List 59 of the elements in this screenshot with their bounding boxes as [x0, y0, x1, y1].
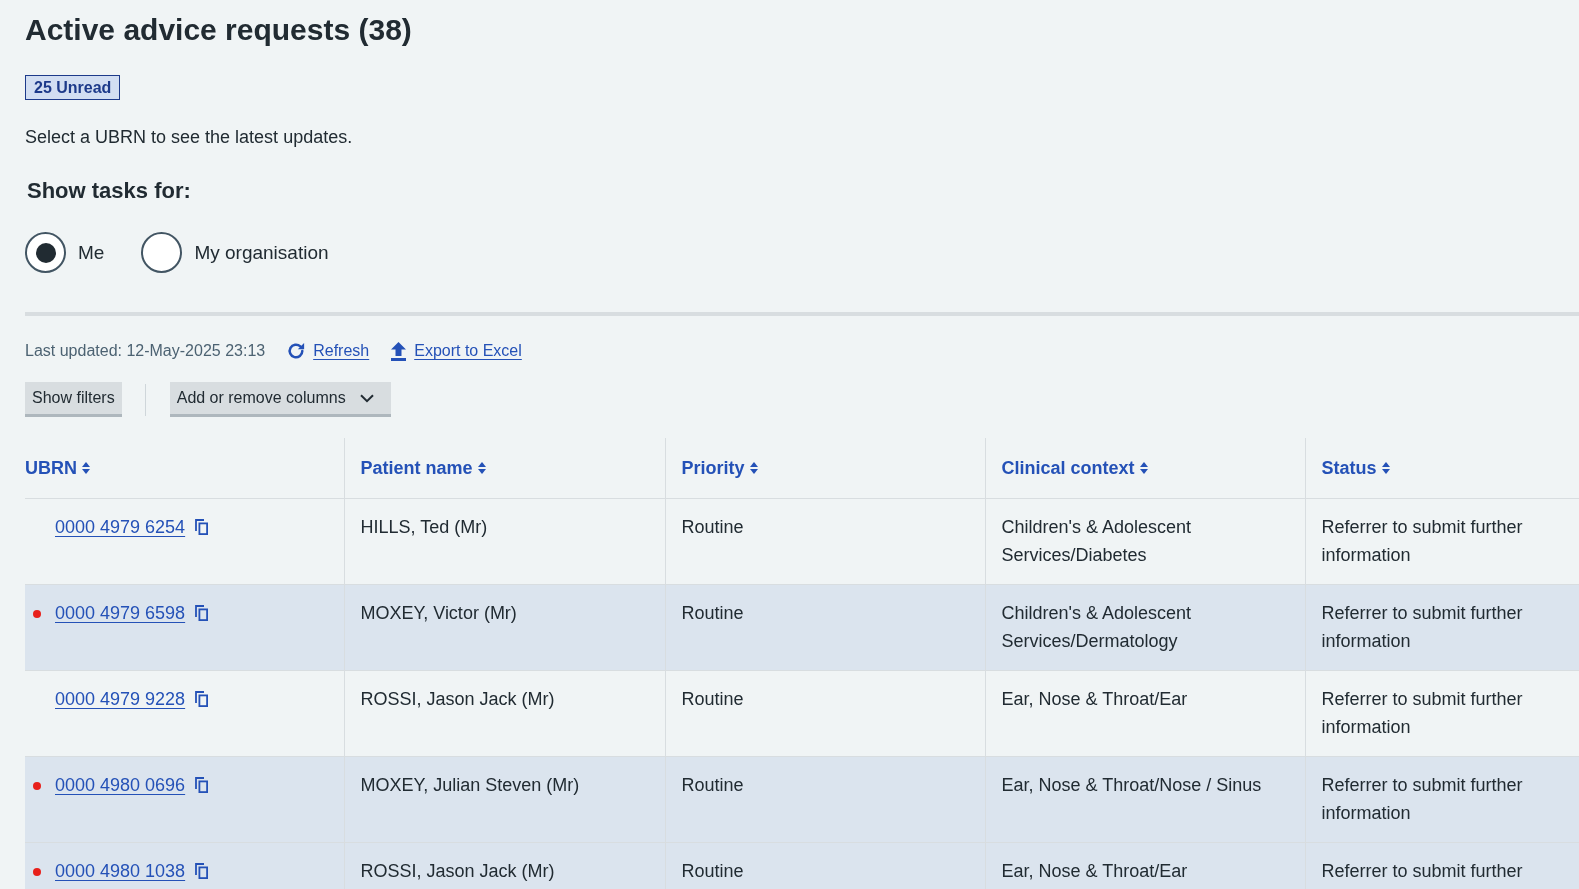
circular-arrow-icon [287, 342, 306, 360]
radio-label[interactable]: My organisation [194, 238, 329, 267]
filter-legend: Show tasks for: [27, 176, 191, 206]
ubrn-link[interactable]: 0000 4980 0696 [55, 775, 186, 795]
ubrn-link[interactable]: 0000 4979 6598 [55, 603, 186, 623]
patient-name-text: MOXEY, Victor (Mr) [360, 603, 517, 623]
sort-arrows-icon [1139, 462, 1148, 474]
column-sort-button[interactable]: Priority [681, 456, 758, 480]
priority-text: Routine [681, 517, 744, 537]
status-dot-icon [33, 782, 41, 791]
clinical-context-text: Ear, Nose & Throat/Ear [1001, 689, 1188, 709]
priority-text: Routine [681, 689, 744, 709]
patient-name-text: HILLS, Ted (Mr) [360, 517, 488, 537]
radio-button[interactable] [141, 232, 183, 273]
export-link[interactable]: Export to Excel [391, 339, 522, 363]
clinical-context-text: Children's & Adolescent Services/Dermatology [1001, 603, 1192, 651]
column-sort-button[interactable]: Status [1321, 456, 1390, 480]
copy-icon[interactable] [195, 519, 209, 535]
patient-name-text: ROSSI, Jason Jack (Mr) [360, 861, 555, 881]
sort-arrows-icon [477, 462, 486, 474]
copy-icon[interactable] [195, 605, 209, 621]
priority-text: Routine [681, 775, 744, 795]
priority-text: Routine [681, 603, 744, 623]
sort-arrows-icon [82, 462, 90, 474]
last-updated-text: Last updated: 12-May-2025 23:13 [25, 341, 266, 361]
status-dot-icon [33, 610, 41, 619]
ubrn-link[interactable]: 0000 4979 6254 [55, 517, 186, 537]
unread-badge: 25 Unread [25, 75, 121, 100]
page-title: Active advice requests (38) [25, 12, 412, 48]
sort-arrows-icon [1381, 462, 1390, 474]
status-text: Referrer to submit further information [1321, 603, 1523, 651]
radio-label[interactable]: Me [78, 238, 105, 267]
status-text: Referrer to submit further information [1321, 775, 1523, 823]
columns-dropdown-button[interactable]: Add or remove columns [169, 382, 391, 417]
column-sort-button[interactable]: Clinical context [1001, 456, 1148, 480]
column-sort-button[interactable]: UBRN [25, 456, 90, 480]
intro-text: Select a UBRN to see the latest updates. [25, 126, 353, 149]
refresh-link[interactable]: Refresh [287, 339, 370, 363]
clinical-context-text: Ear, Nose & Throat/Ear [1001, 861, 1188, 881]
clinical-context-text: Children's & Adolescent Services/Diabetes [1001, 517, 1192, 565]
status-text: Referrer to submit further [1321, 861, 1523, 881]
clinical-context-text: Ear, Nose & Throat/Nose / Sinus [1001, 775, 1262, 795]
patient-name-text: ROSSI, Jason Jack (Mr) [360, 689, 555, 709]
column-sort-button[interactable]: Patient name [360, 456, 486, 480]
copy-icon[interactable] [195, 863, 209, 879]
status-text: Referrer to submit further information [1321, 689, 1523, 737]
priority-text: Routine [681, 861, 744, 881]
chevron-down-icon [359, 393, 374, 403]
copy-icon[interactable] [195, 691, 209, 707]
status-dot-icon [33, 868, 41, 877]
ubrn-link[interactable]: 0000 4980 1038 [55, 861, 186, 881]
copy-icon[interactable] [195, 777, 209, 793]
ubrn-link[interactable]: 0000 4979 9228 [55, 689, 186, 709]
upload-arrow-icon [391, 341, 407, 361]
status-text: Referrer to submit further information [1321, 517, 1523, 565]
radio-button[interactable] [25, 232, 66, 273]
show-filters-button[interactable]: Show filters [25, 382, 122, 417]
patient-name-text: MOXEY, Julian Steven (Mr) [360, 775, 580, 795]
sort-arrows-icon [749, 462, 758, 474]
